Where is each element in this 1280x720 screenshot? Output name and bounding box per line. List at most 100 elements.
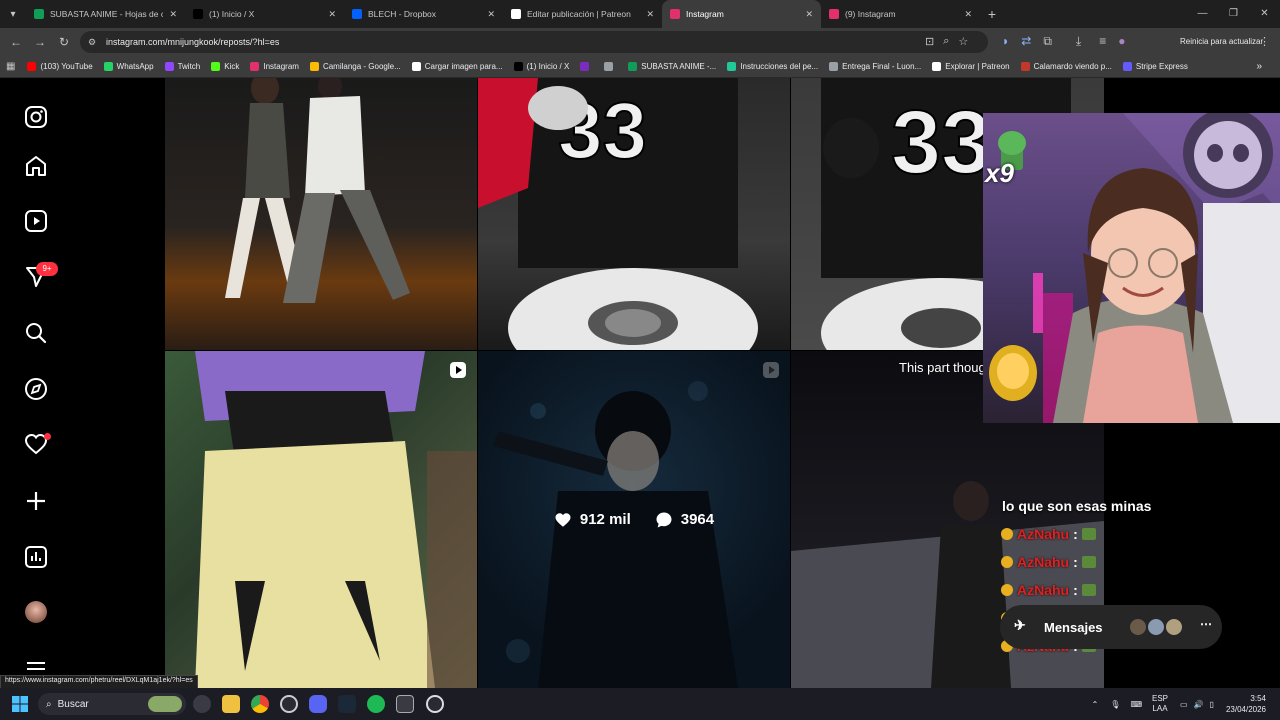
browser-tab[interactable]: (9) Instagram ✕ [821, 0, 980, 28]
keyboard-icon[interactable]: ⌨ [1130, 700, 1142, 709]
app-icon[interactable] [396, 695, 414, 713]
message-avatar [1146, 617, 1166, 637]
browser-tab[interactable]: SUBASTA ANIME - Hojas de cálc ✕ [26, 0, 185, 28]
extension-icon[interactable]: ◗ [1002, 34, 1009, 49]
dashboard-icon[interactable] [22, 543, 50, 571]
site-info-icon[interactable]: ⚙ [88, 37, 98, 47]
back-button[interactable]: ← [4, 35, 28, 49]
apps-grid-icon[interactable]: ▦ [6, 61, 15, 72]
bookmark-item[interactable]: SUBASTA ANIME -... [628, 62, 716, 71]
obs-icon[interactable] [280, 695, 298, 713]
notifications-badge: 9+ [36, 262, 58, 276]
post-hover-overlay[interactable]: 912 mil 3964 [478, 351, 790, 688]
network-icon[interactable]: ▭ [1180, 700, 1188, 709]
search-icon[interactable] [22, 319, 50, 347]
likes-count: 912 mil [579, 511, 631, 528]
bookmark-item[interactable] [604, 62, 617, 71]
profile-avatar[interactable] [25, 601, 47, 623]
extensions-puzzle-icon[interactable]: ⧉ [1043, 34, 1052, 49]
microphone-icon[interactable]: 🎙 [1110, 700, 1120, 709]
tab-close-icon[interactable]: ✕ [646, 9, 654, 20]
bookmark-star-icon[interactable]: ☆ [958, 35, 968, 48]
language-code: ESP [1152, 694, 1169, 703]
messages-pill[interactable]: ✈ Mensajes ⋯ [1000, 605, 1222, 649]
bookmark-favicon-icon [513, 62, 523, 71]
close-window-button[interactable]: ✕ [1249, 0, 1280, 28]
task-view-icon[interactable] [193, 695, 211, 713]
language-indicator[interactable]: ESP LAA [1152, 694, 1168, 714]
chat-badge-icon [1001, 584, 1013, 596]
browser-tab[interactable]: Editar publicación | Patreon ✕ [503, 0, 662, 28]
chat-badge-icon [1001, 556, 1013, 568]
address-bar[interactable]: ⚙ instagram.com/mnijungkook/reposts/?hl=… [80, 31, 988, 53]
bookmark-item[interactable]: (1) Inicio / X [513, 62, 569, 71]
search-highlight-image [148, 696, 182, 712]
reading-list-icon[interactable]: ≡ [1099, 34, 1106, 49]
clock[interactable]: 3:54 23/04/2026 [1226, 693, 1266, 715]
bookmark-item[interactable] [580, 62, 593, 71]
zoom-icon[interactable]: ⌕ [943, 35, 949, 48]
steam-icon[interactable] [338, 695, 356, 713]
more-icon[interactable]: ⋯ [1200, 617, 1212, 631]
post-thumbnail[interactable] [165, 78, 477, 350]
battery-icon[interactable]: ▯ [1210, 700, 1214, 709]
bookmark-item[interactable]: Instrucciones del pe... [727, 62, 818, 71]
bookmark-item[interactable]: Stripe Express [1122, 62, 1188, 71]
bookmark-favicon-icon [164, 62, 174, 71]
bookmark-favicon-icon [580, 62, 590, 71]
bookmark-item[interactable]: WhatsApp [103, 62, 154, 71]
obs-icon-2[interactable] [426, 695, 444, 713]
bookmark-item[interactable]: Cargar imagen para... [411, 62, 503, 71]
bookmark-item[interactable]: Calamardo viendo p... [1020, 62, 1112, 71]
tab-search-button[interactable]: ▾ [0, 0, 26, 28]
tab-close-icon[interactable]: ✕ [805, 9, 813, 20]
install-app-icon[interactable]: ⊡ [925, 35, 934, 48]
bookmark-item[interactable]: Twitch [164, 62, 200, 71]
browser-tab[interactable]: (1) Inicio / X ✕ [185, 0, 344, 28]
reload-button[interactable]: ↻ [52, 35, 76, 49]
bookmark-label: Explorar | Patreon [945, 62, 1010, 71]
menu-icon[interactable]: ⋮ [1259, 35, 1270, 48]
create-plus-icon[interactable] [22, 487, 50, 515]
spotify-icon[interactable] [367, 695, 385, 713]
home-icon[interactable] [22, 152, 50, 180]
bookmark-item[interactable]: Kick [211, 62, 239, 71]
forward-button[interactable]: → [28, 35, 52, 49]
bookmark-item[interactable]: Explorar | Patreon [932, 62, 1010, 71]
minimize-button[interactable]: — [1187, 0, 1218, 28]
reels-icon[interactable] [22, 207, 50, 235]
taskbar-search[interactable]: ⌕ Buscar [38, 693, 186, 715]
explore-icon[interactable] [22, 375, 50, 403]
update-button[interactable]: Reinicia para actualizar [1172, 33, 1271, 51]
bookmark-item[interactable]: (103) YouTube [27, 62, 93, 71]
post-thumbnail[interactable]: 33 [478, 78, 790, 350]
more-bookmarks-icon[interactable]: » [1256, 61, 1262, 72]
profile-icon[interactable]: ● [1118, 34, 1125, 49]
tab-close-icon[interactable]: ✕ [328, 9, 336, 20]
tab-close-icon[interactable]: ✕ [964, 9, 972, 20]
tab-close-icon[interactable]: ✕ [487, 9, 495, 20]
bookmark-label: Instrucciones del pe... [740, 62, 819, 71]
browser-tab[interactable]: Instagram ✕ [662, 0, 821, 28]
post-thumbnail[interactable] [165, 351, 477, 688]
tab-close-icon[interactable]: ✕ [169, 9, 177, 20]
volume-icon[interactable]: 🔊 [1194, 700, 1204, 709]
comment-icon [656, 512, 672, 527]
windows-start-icon[interactable] [12, 696, 28, 712]
browser-tab[interactable]: BLECH - Dropbox ✕ [344, 0, 503, 28]
bookmark-item[interactable]: Instagram [250, 62, 299, 71]
new-tab-button[interactable]: + [980, 6, 1004, 22]
reposts-grid: 33 33 912 mil 3964 [165, 78, 1104, 688]
post-thumbnail[interactable]: 912 mil 3964 [478, 351, 790, 688]
download-icon[interactable]: ⤓ [1076, 34, 1081, 49]
bookmark-item[interactable]: Entrega Final - Luon... [829, 62, 921, 71]
maximize-button[interactable]: ❐ [1218, 0, 1249, 28]
chrome-icon[interactable] [251, 695, 269, 713]
tab-title: (9) Instagram [845, 9, 896, 19]
translate-icon[interactable]: ⇄ [1021, 34, 1031, 49]
discord-icon[interactable] [309, 695, 327, 713]
bookmark-item[interactable]: Camilanga - Google... [309, 62, 401, 71]
tray-overflow-icon[interactable]: ⌃ [1092, 700, 1099, 709]
instagram-logo-icon[interactable] [22, 103, 50, 131]
file-explorer-icon[interactable] [222, 695, 240, 713]
